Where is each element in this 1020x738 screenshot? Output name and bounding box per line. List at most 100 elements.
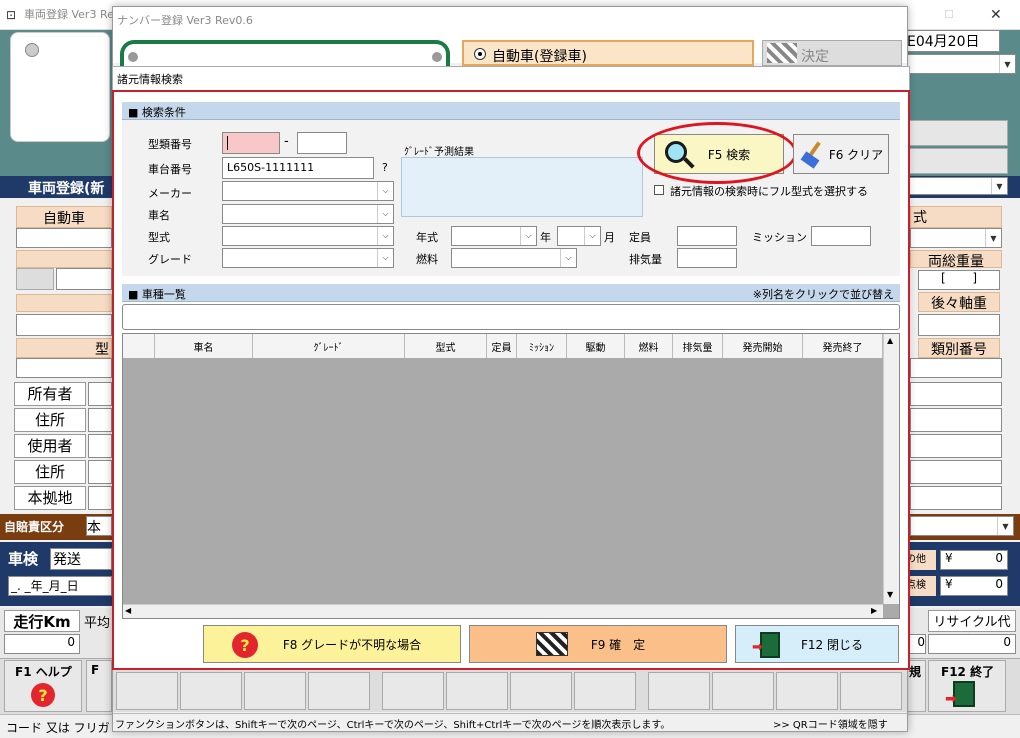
col-header-teiin[interactable]: 定員	[487, 334, 517, 358]
chevron-down-icon: ▼	[997, 517, 1013, 535]
bg-right-field-3[interactable]	[910, 434, 1002, 458]
bg-small-field[interactable]	[56, 268, 112, 290]
f9-confirm-button[interactable]: F9 確 定	[469, 625, 727, 663]
mid-fkey-9[interactable]	[648, 672, 710, 710]
bg-right-button[interactable]	[904, 120, 1008, 146]
f6-clear-button[interactable]: F6 クリア	[793, 134, 889, 174]
col-header-mission[interactable]: ﾐｯｼｮﾝ	[517, 334, 567, 358]
f1-help-button[interactable]: F1 ヘルプ ?	[4, 660, 82, 712]
mid-fkey-1[interactable]	[116, 672, 178, 710]
bg-top-select[interactable]: ▼	[904, 54, 1016, 74]
mid-fkey-10[interactable]	[712, 672, 774, 710]
shamei-select[interactable]: ⌵	[222, 204, 394, 224]
bg-field-3[interactable]	[16, 314, 112, 336]
mission-input[interactable]	[811, 226, 871, 246]
mid-status-text: ファンクションボタンは、Shiftキーで次のページ、Ctrlキーで次のページ、S…	[115, 720, 671, 731]
bg-right-field-1[interactable]	[910, 382, 1002, 406]
model-table[interactable]: 車名 ｸﾞﾚｰﾄﾞ 型式 定員 ﾐｯｼｮﾝ 駆動 燃料 排気量 発売開始 発売終…	[122, 333, 900, 619]
col-header-nenryo[interactable]: 燃料	[625, 334, 673, 358]
qr-toggle-link[interactable]: >> QRコード領域を隠す	[773, 716, 888, 731]
list-filter-field[interactable]	[122, 304, 900, 330]
katarui-dash: -	[284, 134, 289, 149]
bg-recycle-val-2[interactable]: 0	[928, 634, 1016, 654]
f-partial-button[interactable]: F	[86, 660, 112, 712]
nenryo-select[interactable]: ⌵	[451, 248, 577, 268]
exit-door-icon: ➡	[752, 632, 780, 658]
mid-fkey-4[interactable]	[308, 672, 370, 710]
katashiki-select[interactable]: ⌵	[222, 226, 394, 246]
bg-class-no-field[interactable]	[910, 358, 1002, 378]
bg-inspect-yen[interactable]: ¥0	[940, 576, 1008, 596]
col-header-shamei[interactable]: 車名	[155, 334, 253, 358]
mid-radio-box[interactable]: 自動車(登録車)	[462, 40, 754, 66]
mid-fkey-8[interactable]	[574, 672, 636, 710]
mid-fkey-5[interactable]	[382, 672, 444, 710]
bg-jidosha-field[interactable]	[16, 228, 112, 248]
yen-symbol: ¥	[945, 577, 953, 591]
nenshiki-month-select[interactable]: ⌵	[557, 226, 601, 246]
f12-exit-button[interactable]: F12 終了 ➡	[928, 660, 1006, 712]
close-icon[interactable]: ✕	[990, 0, 1002, 30]
bg-jibaiseki-select[interactable]: ▼	[910, 516, 1014, 536]
bg-right-field-2[interactable]	[910, 408, 1002, 432]
f12-close-button[interactable]: ➡ F12 閉じる	[735, 625, 899, 663]
haikiryo-input[interactable]	[677, 248, 737, 268]
mid-fkey-2[interactable]	[180, 672, 242, 710]
full-katashiki-checkbox[interactable]	[654, 185, 664, 195]
f8-grade-unknown-button[interactable]: ? F8 グレードが不明な場合	[203, 625, 461, 663]
bg-date-field[interactable]: E04月20日	[904, 30, 1000, 52]
bg-right-field-4[interactable]	[910, 460, 1002, 484]
scroll-down-icon[interactable]: ▼	[887, 590, 893, 599]
mid-fkey-7[interactable]	[510, 672, 572, 710]
bg-shaken-field[interactable]: 発送	[50, 548, 112, 570]
col-header-hatsubai-start[interactable]: 発売開始	[723, 334, 803, 358]
teiin-input[interactable]	[677, 226, 737, 246]
bg-owner-field[interactable]	[88, 382, 112, 406]
mid-kettei-button[interactable]: 決定	[762, 40, 902, 66]
bg-kata-field[interactable]	[16, 358, 112, 378]
table-vscrollbar[interactable]: ▲ ▼	[883, 334, 899, 604]
mid-fkey-11[interactable]	[776, 672, 838, 710]
nenryo-label: 燃料	[416, 253, 438, 266]
shadai-help-icon[interactable]: ?	[382, 161, 388, 174]
radio-icon	[474, 48, 486, 60]
bg-date-blank[interactable]: _. _年_月_日	[8, 576, 112, 596]
bg-bracket-field[interactable]: [ ]	[918, 270, 1000, 290]
bg-plate-preview	[10, 32, 110, 142]
bg-right-button-2[interactable]	[904, 148, 1008, 174]
bg-other-yen[interactable]: ¥0	[940, 550, 1008, 570]
col-header-haikiryo[interactable]: 排気量	[673, 334, 723, 358]
maker-select[interactable]: ⌵	[222, 181, 394, 201]
bg-address-field[interactable]	[88, 408, 112, 432]
katarui-input-1[interactable]	[222, 132, 280, 154]
bg-band-select[interactable]: ▼	[904, 177, 1008, 195]
bg-address-field-2[interactable]	[88, 460, 112, 484]
bg-base-field[interactable]	[88, 486, 112, 510]
shadai-input[interactable]: L650S-1111111	[222, 157, 374, 179]
col-header-grade[interactable]: ｸﾞﾚｰﾄﾞ	[253, 334, 405, 358]
bg-right-field-5[interactable]	[910, 486, 1002, 510]
bg-label-gross-weight: 両総重量	[910, 250, 1002, 270]
col-header-hatsubai-end[interactable]: 発売終了	[803, 334, 883, 358]
scroll-up-icon[interactable]: ▲	[887, 336, 893, 345]
text-cursor	[227, 136, 228, 150]
scroll-right-icon[interactable]: ▶	[871, 606, 877, 615]
bg-shiki-select[interactable]: ▼	[910, 228, 1002, 248]
maximize-icon[interactable]: ☐	[944, 0, 954, 30]
col-header-katashiki[interactable]: 型式	[405, 334, 487, 358]
col-header-kudo[interactable]: 駆動	[567, 334, 625, 358]
bg-user-field[interactable]	[88, 434, 112, 458]
katarui-input-2[interactable]	[297, 132, 347, 154]
bg-mileage-field[interactable]: 0	[4, 634, 80, 654]
scroll-left-icon[interactable]: ◀	[125, 606, 131, 615]
bg-jibaiseki-field[interactable]: 本	[86, 516, 112, 536]
bg-rear-axle-field[interactable]	[918, 314, 1000, 336]
nenshiki-year-select[interactable]: ⌵	[451, 226, 537, 246]
mid-fkey-6[interactable]	[446, 672, 508, 710]
grade-select[interactable]: ⌵	[222, 248, 394, 268]
mid-fkey-12[interactable]	[840, 672, 902, 710]
chevron-down-icon: ▼	[999, 55, 1015, 73]
table-hscrollbar[interactable]: ◀ ▶	[123, 604, 883, 618]
mid-status-bar: ファンクションボタンは、Shiftキーで次のページ、Ctrlキーで次のページ、S…	[113, 713, 907, 731]
mid-fkey-3[interactable]	[244, 672, 306, 710]
